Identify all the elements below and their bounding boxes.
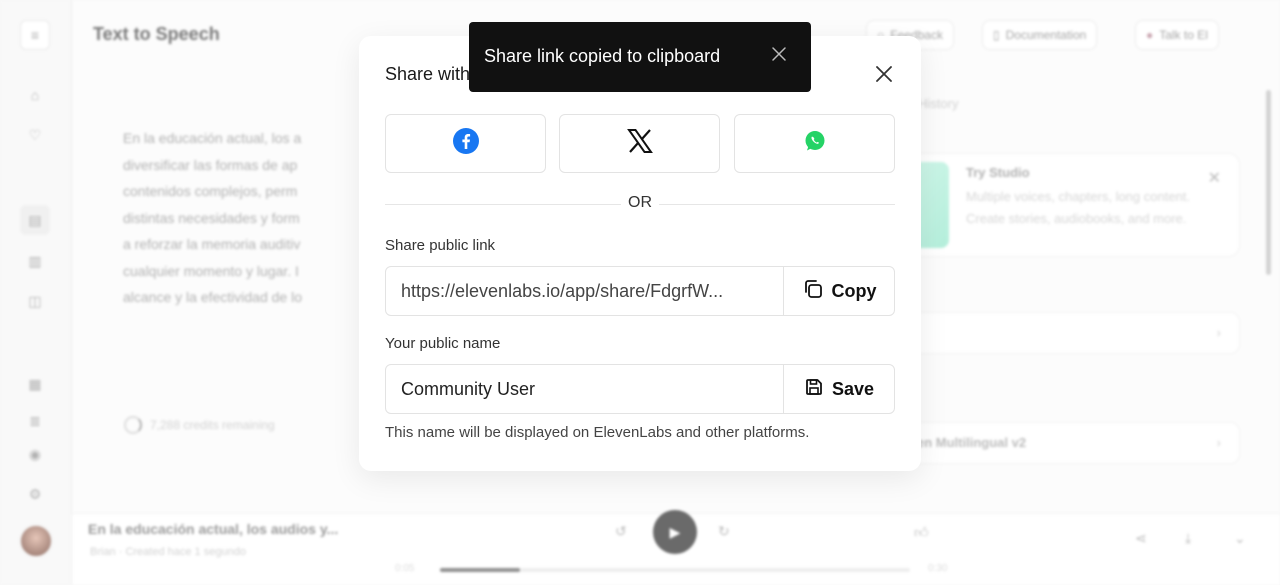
close-icon[interactable] (873, 63, 895, 85)
facebook-icon (452, 128, 479, 159)
public-name-hint: This name will be displayed on ElevenLab… (385, 424, 810, 441)
copy-label: Copy (831, 280, 877, 301)
whatsapp-icon (804, 130, 826, 157)
public-link-label: Share public link (385, 237, 496, 254)
public-link-field: https://elevenlabs.io/app/share/FdgrfW..… (385, 266, 895, 316)
public-link-input[interactable]: https://elevenlabs.io/app/share/FdgrfW..… (386, 267, 783, 315)
public-name-input[interactable]: Community User (386, 365, 783, 413)
copy-button[interactable]: Copy (783, 267, 894, 315)
x-icon (626, 129, 653, 158)
share-whatsapp-button[interactable] (734, 114, 895, 173)
modal-title: Share with (385, 64, 471, 84)
share-facebook-button[interactable] (385, 114, 546, 173)
share-x-button[interactable] (559, 114, 720, 173)
or-separator: OR (621, 194, 659, 212)
copy-icon (802, 278, 824, 305)
toast-message: Share link copied to clipboard (484, 46, 721, 66)
share-modal: Share with OR Share public link https://… (359, 36, 921, 471)
save-label: Save (831, 378, 875, 399)
toast-notification: Share link copied to clipboard (469, 22, 811, 92)
close-icon[interactable] (771, 46, 787, 62)
public-name-label: Your public name (385, 335, 501, 352)
save-button[interactable]: Save (783, 365, 894, 413)
save-icon (804, 377, 824, 402)
public-name-field: Community User Save (385, 364, 895, 414)
